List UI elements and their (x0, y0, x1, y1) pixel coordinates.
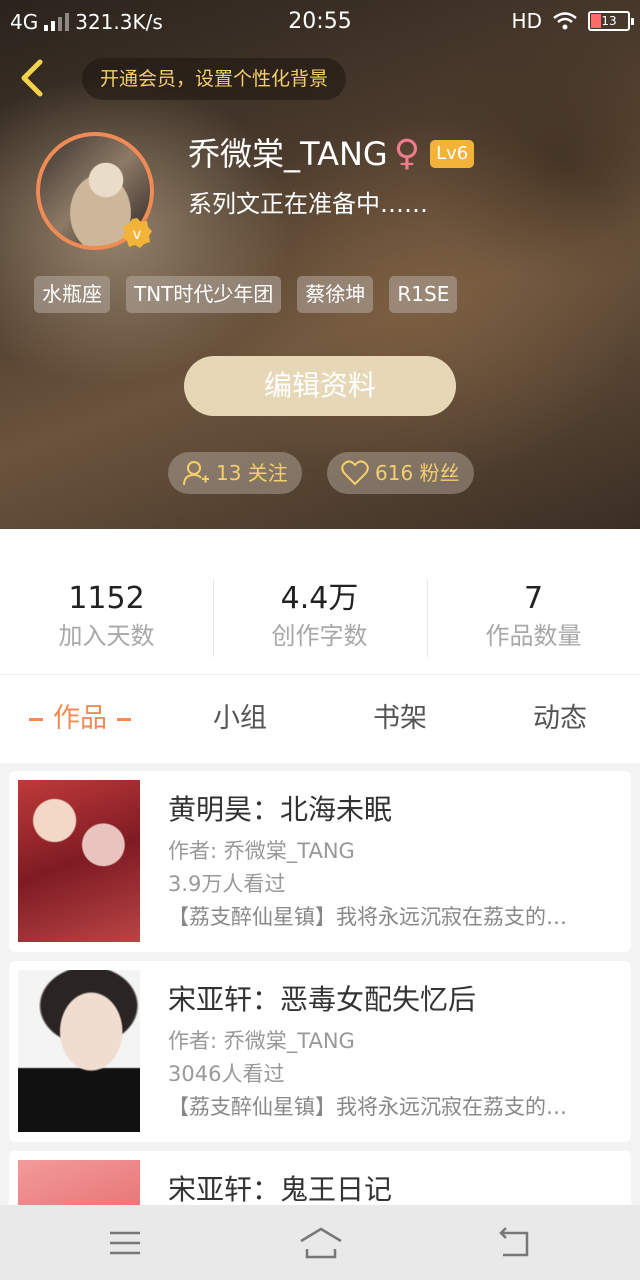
work-title: 宋亚轩：恶毒女配失忆后 (168, 983, 477, 1016)
book-cover (18, 1160, 140, 1205)
followers-button[interactable]: 616 粉丝 (327, 452, 474, 494)
tag-list: 水瓶座 TNT时代少年团 蔡徐坤 R1SE (34, 276, 458, 313)
following-button[interactable]: 13 关注 (168, 452, 302, 494)
bio: 系列文正在准备中…… (188, 190, 428, 218)
username: 乔微棠_TANG ♀ Lv6 (188, 133, 475, 174)
wifi-icon (553, 12, 577, 30)
work-description: 【荔支醉仙星镇】我将永远沉寂在荔支的… (168, 905, 567, 929)
tag[interactable]: TNT时代少年团 (126, 276, 282, 313)
tag[interactable]: R1SE (389, 276, 458, 313)
tab-group[interactable]: 小组 (160, 701, 320, 737)
stat-works: 7 作品数量 (485, 581, 582, 650)
tab-works[interactable]: 作品 (0, 701, 160, 737)
edit-profile-button[interactable]: 编辑资料 (184, 356, 456, 416)
home-icon[interactable] (298, 1223, 344, 1263)
back-icon[interactable] (14, 58, 54, 98)
book-cover (18, 970, 140, 1132)
work-author: 作者: 乔微棠_TANG (168, 839, 355, 863)
work-views: 3.9万人看过 (168, 872, 286, 896)
stat-words: 4.4万 创作字数 (271, 581, 368, 650)
username-text: 乔微棠_TANG (188, 135, 388, 173)
work-views: 3046人看过 (168, 1062, 285, 1086)
menu-icon[interactable] (105, 1223, 145, 1263)
hd-indicator: HD (511, 9, 542, 33)
system-nav-bar (0, 1205, 640, 1280)
tag[interactable]: 水瓶座 (34, 276, 110, 313)
work-title: 宋亚轩：鬼王日记 (168, 1173, 393, 1205)
battery-icon: 13 (588, 11, 634, 31)
list-item[interactable]: 宋亚轩：鬼王日记 (9, 1151, 631, 1205)
profile-header: 4G 321.3K/s 20:55 HD 13 开通会员，设置个性化背景 v 乔… (0, 0, 640, 529)
tab-bar: 作品 小组 书架 动态 (0, 675, 640, 763)
vip-banner[interactable]: 开通会员，设置个性化背景 (82, 58, 347, 100)
followers-count: 616 粉丝 (375, 461, 460, 485)
works-list: 黄明昊：北海未眠 作者: 乔微棠_TANG 3.9万人看过 【荔支醉仙星镇】我将… (0, 763, 640, 1205)
person-add-icon (183, 461, 209, 486)
stat-days: 1152 加入天数 (58, 581, 155, 650)
status-bar: 4G 321.3K/s 20:55 HD 13 (0, 0, 640, 44)
following-count: 13 关注 (216, 461, 288, 485)
level-badge: Lv6 (430, 140, 475, 168)
gender-female-icon: ♀ (393, 133, 421, 174)
book-cover (18, 780, 140, 942)
work-description: 【荔支醉仙星镇】我将永远沉寂在荔支的… (168, 1095, 567, 1119)
tab-activity[interactable]: 动态 (480, 701, 640, 737)
work-author: 作者: 乔微棠_TANG (168, 1029, 355, 1053)
tag[interactable]: 蔡徐坤 (297, 276, 374, 313)
stats-panel: 1152 加入天数 4.4万 创作字数 7 作品数量 (0, 529, 640, 675)
work-title: 黄明昊：北海未眠 (168, 793, 393, 826)
list-item[interactable]: 宋亚轩：恶毒女配失忆后 作者: 乔微棠_TANG 3046人看过 【荔支醉仙星镇… (9, 961, 631, 1142)
back-nav-icon[interactable] (495, 1223, 535, 1263)
verified-badge-icon: v (122, 218, 152, 248)
list-item[interactable]: 黄明昊：北海未眠 作者: 乔微棠_TANG 3.9万人看过 【荔支醉仙星镇】我将… (9, 771, 631, 952)
heart-icon (341, 460, 369, 486)
svg-text:v: v (133, 225, 142, 243)
tab-bookshelf[interactable]: 书架 (320, 701, 480, 737)
